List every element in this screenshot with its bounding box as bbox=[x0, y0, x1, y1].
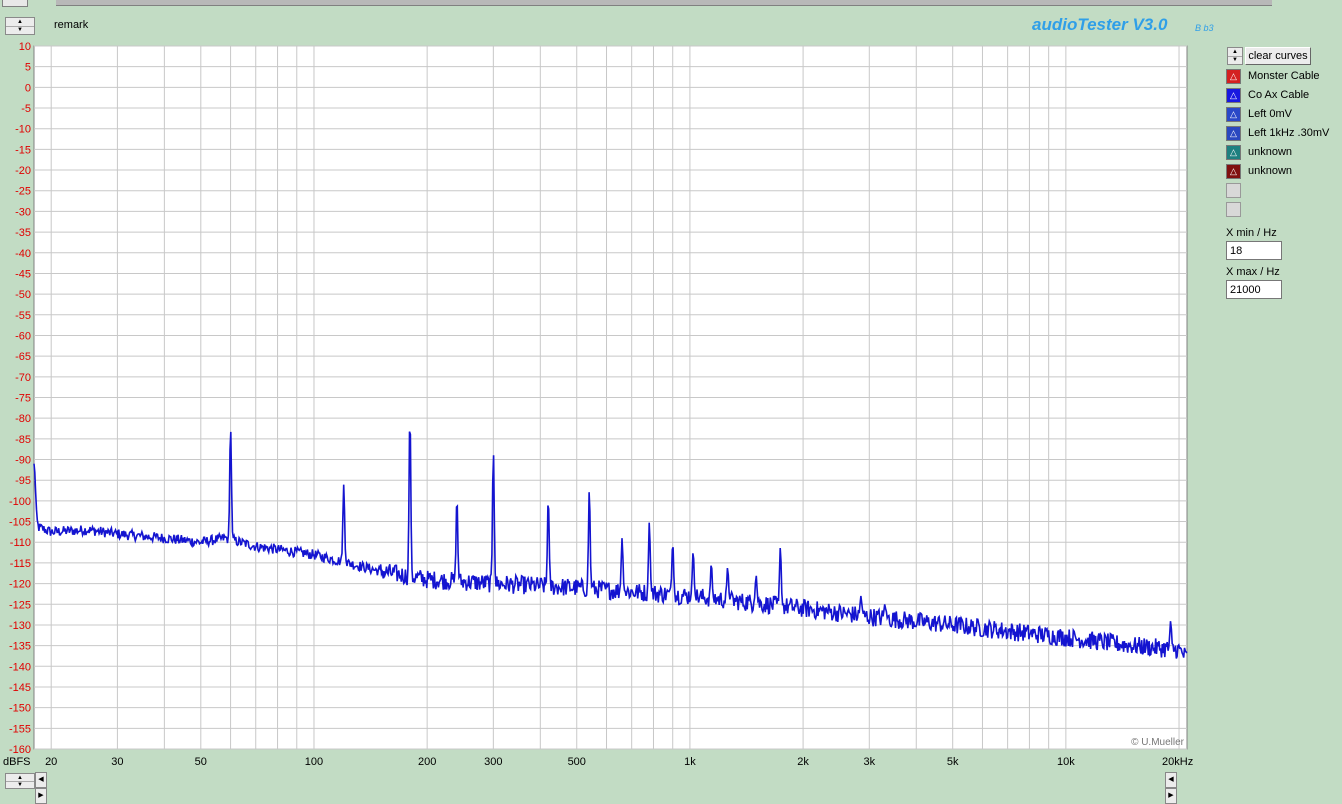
x-tick-label: 100 bbox=[305, 756, 323, 768]
x-tick-label: 2k bbox=[797, 756, 809, 768]
y-tick-label: -115 bbox=[10, 558, 31, 570]
empty-legend-slot[interactable] bbox=[1226, 202, 1241, 217]
y-tick-label: -120 bbox=[9, 579, 31, 591]
x-tick-label: 20kHz bbox=[1162, 756, 1193, 768]
y-tick-label: -95 bbox=[15, 475, 31, 487]
y-tick-label: -135 bbox=[9, 641, 31, 653]
y-tick-label: -70 bbox=[15, 372, 31, 384]
legend-swatch-icon[interactable]: △ bbox=[1226, 164, 1241, 179]
y-tick-label: -155 bbox=[9, 723, 31, 735]
legend-label: unknown bbox=[1248, 146, 1293, 158]
y-tick-label: -15 bbox=[15, 144, 31, 156]
xmax-input[interactable] bbox=[1226, 280, 1282, 299]
y-tick-label: -25 bbox=[15, 186, 31, 198]
xmin-input[interactable] bbox=[1226, 241, 1282, 260]
spin-down-icon[interactable]: ▼ bbox=[6, 781, 34, 788]
spin-down-icon[interactable]: ▼ bbox=[1228, 56, 1242, 64]
watermark: © U.Mueller bbox=[1131, 737, 1185, 748]
legend-swatch-icon[interactable]: △ bbox=[1226, 88, 1241, 103]
legend-swatch-icon[interactable]: △ bbox=[1226, 145, 1241, 160]
legend-swatch-icon[interactable]: △ bbox=[1226, 107, 1241, 122]
y-tick-label: -80 bbox=[15, 413, 31, 425]
y-tick-label: -75 bbox=[15, 393, 31, 405]
y-tick-labels: 10 5 0 -5 -10 -15 -20 -25 -30 -35 -40 -45 -50 -55 -60 -… bbox=[9, 41, 31, 756]
arrow-left-icon[interactable]: ◀ bbox=[1165, 772, 1177, 788]
y-tick-label: -30 bbox=[15, 206, 31, 218]
legend-label: Co Ax Cable bbox=[1248, 89, 1310, 101]
y-tick-label: -110 bbox=[10, 537, 31, 549]
y-tick-label: -45 bbox=[15, 268, 31, 280]
y-tick-label: 5 bbox=[25, 62, 31, 74]
y-tick-label: -105 bbox=[9, 517, 31, 529]
empty-legend-slot[interactable] bbox=[1226, 183, 1241, 198]
y-tick-label: -150 bbox=[9, 703, 31, 715]
x-tick-label: 10k bbox=[1057, 756, 1075, 768]
y-tick-label: -145 bbox=[9, 682, 31, 694]
y-tick-label: -55 bbox=[15, 310, 31, 322]
x-tick-label: 500 bbox=[568, 756, 586, 768]
y-tick-label: -125 bbox=[9, 599, 31, 611]
y-tick-label: -60 bbox=[15, 330, 31, 342]
x-tick-label: 30 bbox=[111, 756, 123, 768]
legend-label: unknown bbox=[1248, 165, 1293, 177]
xmin-label: X min / Hz bbox=[1226, 227, 1277, 239]
y-tick-label: -65 bbox=[15, 351, 31, 363]
y-tick-label: -140 bbox=[9, 661, 31, 673]
arrow-right-icon[interactable]: ▶ bbox=[1165, 788, 1177, 804]
arrow-right-icon[interactable]: ▶ bbox=[35, 788, 47, 804]
legend-label: Monster Cable bbox=[1248, 70, 1320, 82]
y-tick-label: -5 bbox=[21, 103, 31, 115]
x-tick-labels: 20 30 50 100 200 300 500 1k 2k 3k 5k 10k 20kHz bbox=[45, 756, 1193, 768]
y-tick-label: -100 bbox=[9, 496, 31, 508]
y-tick-label: 10 bbox=[19, 41, 31, 53]
y-tick-label: -130 bbox=[9, 620, 31, 632]
legend-swatch-icon[interactable]: △ bbox=[1226, 126, 1241, 141]
y-tick-label: -160 bbox=[9, 744, 31, 756]
arrow-left-icon[interactable]: ◀ bbox=[35, 772, 47, 788]
y-tick-label: -90 bbox=[15, 455, 31, 467]
y-tick-label: -35 bbox=[15, 227, 31, 239]
legend-spinner[interactable]: ▲ ▼ bbox=[1227, 47, 1243, 65]
x-tick-label: 3k bbox=[863, 756, 875, 768]
x-tick-label: 50 bbox=[195, 756, 207, 768]
y-tick-label: -10 bbox=[15, 124, 31, 136]
clear-curves-button[interactable]: clear curves bbox=[1245, 47, 1311, 65]
xmax-scroll-arrows[interactable]: ◀▶ bbox=[1165, 772, 1187, 804]
xmin-scroll-arrows[interactable]: ◀▶ bbox=[35, 772, 57, 804]
x-tick-label: 1k bbox=[684, 756, 696, 768]
spectrum-chart: 1050-5-10-15-20-25-30-35-40-45-50-55-60-… bbox=[3, 41, 1193, 768]
y-tick-label: -85 bbox=[15, 434, 31, 446]
x-tick-label: 200 bbox=[418, 756, 436, 768]
x-tick-label: 20 bbox=[45, 756, 57, 768]
bottom-left-spinner[interactable]: ▲ ▼ bbox=[5, 773, 35, 789]
y-tick-label: -50 bbox=[15, 289, 31, 301]
y-tick-label: -20 bbox=[15, 165, 31, 177]
legend-label: Left 1kHz .30mV bbox=[1248, 127, 1330, 139]
y-tick-label: 0 bbox=[25, 82, 31, 94]
legend-label: Left 0mV bbox=[1248, 108, 1293, 120]
x-tick-label: 5k bbox=[947, 756, 959, 768]
xmax-label: X max / Hz bbox=[1226, 266, 1280, 278]
x-tick-label: 300 bbox=[484, 756, 502, 768]
y-tick-label: -40 bbox=[15, 248, 31, 260]
legend-swatch-icon[interactable]: △ bbox=[1226, 69, 1241, 84]
y-unit-label: dBFS bbox=[3, 756, 31, 768]
